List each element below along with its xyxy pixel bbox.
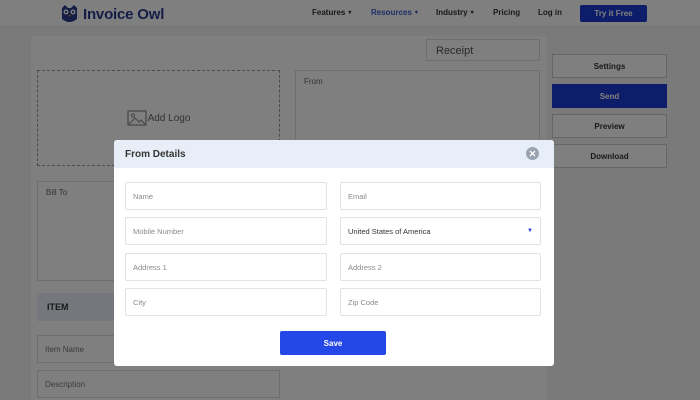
mobile-number-field[interactable]: Mobile Number: [125, 217, 327, 245]
from-details-modal: From Details Name Email Mobile Number Un…: [114, 140, 554, 366]
dropdown-caret-icon: ▼: [527, 228, 533, 234]
address-2-field[interactable]: Address 2: [340, 253, 541, 281]
email-field[interactable]: Email: [340, 182, 541, 210]
close-button[interactable]: [526, 147, 539, 160]
address-1-field[interactable]: Address 1: [125, 253, 327, 281]
close-icon: [529, 150, 536, 157]
country-select[interactable]: United States of America ▼: [340, 217, 541, 245]
country-value: United States of America: [348, 226, 431, 236]
save-button[interactable]: Save: [280, 331, 386, 355]
modal-title: From Details: [125, 148, 186, 160]
city-field[interactable]: City: [125, 288, 327, 316]
zip-code-field[interactable]: Zip Code: [340, 288, 541, 316]
modal-header: From Details: [114, 140, 554, 168]
name-field[interactable]: Name: [125, 182, 327, 210]
